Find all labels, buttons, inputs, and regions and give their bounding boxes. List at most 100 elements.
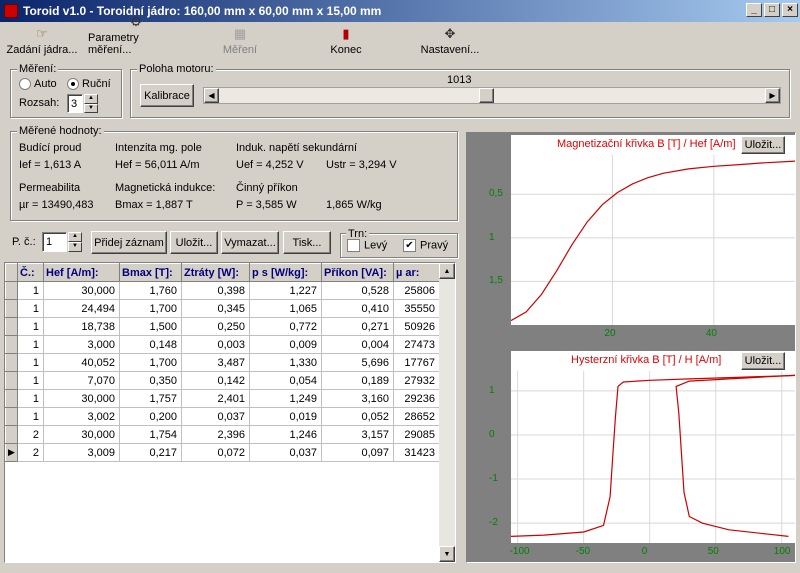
table-cell[interactable]: 1 bbox=[17, 281, 44, 300]
table-cell[interactable]: 0,009 bbox=[249, 335, 322, 354]
slider-thumb[interactable] bbox=[479, 88, 495, 103]
row-indicator[interactable] bbox=[5, 281, 18, 300]
table-cell[interactable]: 27473 bbox=[393, 335, 440, 354]
row-indicator[interactable] bbox=[5, 353, 18, 372]
delete-button[interactable]: Vymazat... bbox=[221, 231, 279, 254]
slider-left-arrow-icon[interactable]: ◀ bbox=[204, 88, 219, 103]
table-cell[interactable]: 29085 bbox=[393, 425, 440, 444]
table-cell[interactable]: 24,494 bbox=[43, 299, 120, 318]
table-cell[interactable]: 3,009 bbox=[43, 443, 120, 462]
table-cell[interactable]: 0,054 bbox=[249, 371, 322, 390]
table-cell[interactable]: 1,246 bbox=[249, 425, 322, 444]
table-cell[interactable]: 30,000 bbox=[43, 425, 120, 444]
table-cell[interactable]: 1,330 bbox=[249, 353, 322, 372]
current-row-arrow-icon[interactable]: ▶ bbox=[5, 443, 18, 462]
table-cell[interactable]: 1,065 bbox=[249, 299, 322, 318]
row-indicator[interactable] bbox=[5, 371, 18, 390]
table-cell[interactable]: 18,738 bbox=[43, 317, 120, 336]
column-header[interactable]: Příkon [VA]: bbox=[321, 263, 394, 282]
table-cell[interactable]: 3,002 bbox=[43, 407, 120, 426]
row-indicator[interactable] bbox=[5, 407, 18, 426]
close-button[interactable]: × bbox=[782, 3, 798, 17]
table-cell[interactable]: 17767 bbox=[393, 353, 440, 372]
table-cell[interactable]: 0,189 bbox=[321, 371, 394, 390]
table-cell[interactable]: 3,487 bbox=[181, 353, 250, 372]
table-cell[interactable]: 3,160 bbox=[321, 389, 394, 408]
row-indicator[interactable] bbox=[5, 335, 18, 354]
table-cell[interactable]: 1,754 bbox=[119, 425, 182, 444]
table-row[interactable]: 1 30,000 1,757 2,401 1,249 3,160 29236 bbox=[5, 389, 440, 408]
table-cell[interactable]: 0,398 bbox=[181, 281, 250, 300]
record-number-input[interactable]: 1 bbox=[42, 232, 67, 252]
table-row[interactable]: 1 3,000 0,148 0,003 0,009 0,004 27473 bbox=[5, 335, 440, 354]
table-cell[interactable]: 0,250 bbox=[181, 317, 250, 336]
table-cell[interactable]: 0,200 bbox=[119, 407, 182, 426]
table-cell[interactable]: 1 bbox=[17, 335, 44, 354]
table-row[interactable]: ▶ 2 3,009 0,217 0,072 0,037 0,097 31423 bbox=[5, 443, 440, 462]
table-cell[interactable]: 1,700 bbox=[119, 299, 182, 318]
table-cell[interactable]: 5,696 bbox=[321, 353, 394, 372]
table-cell[interactable]: 0,350 bbox=[119, 371, 182, 390]
table-cell[interactable]: 0,528 bbox=[321, 281, 394, 300]
row-indicator[interactable] bbox=[5, 425, 18, 444]
table-row[interactable]: 1 30,000 1,760 0,398 1,227 0,528 25806 bbox=[5, 281, 440, 300]
table-cell[interactable]: 1,760 bbox=[119, 281, 182, 300]
column-header[interactable]: Ztráty [W]: bbox=[181, 263, 250, 282]
row-indicator[interactable] bbox=[5, 389, 18, 408]
scroll-up-icon[interactable]: ▲ bbox=[439, 263, 455, 279]
table-cell[interactable]: 0,019 bbox=[249, 407, 322, 426]
spin-up-icon[interactable]: ▲ bbox=[84, 94, 98, 104]
checkbox-left[interactable]: Levý bbox=[347, 239, 387, 252]
table-cell[interactable]: 40,052 bbox=[43, 353, 120, 372]
table-cell[interactable]: 1,500 bbox=[119, 317, 182, 336]
table-row[interactable]: 2 30,000 1,754 2,396 1,246 3,157 29085 bbox=[5, 425, 440, 444]
table-cell[interactable]: 1 bbox=[17, 353, 44, 372]
motor-slider[interactable]: ◀ ▶ bbox=[203, 87, 781, 104]
table-cell[interactable]: 31423 bbox=[393, 443, 440, 462]
column-header[interactable]: Bmax [T]: bbox=[119, 263, 182, 282]
table-cell[interactable]: 1,227 bbox=[249, 281, 322, 300]
table-cell[interactable]: 1 bbox=[17, 407, 44, 426]
table-cell[interactable]: 25806 bbox=[393, 281, 440, 300]
column-header[interactable]: Hef [A/m]: bbox=[43, 263, 120, 282]
toolbar-measurement-params[interactable]: ⚙ Parametry měření... bbox=[88, 14, 184, 58]
radio-manual[interactable]: Ruční bbox=[67, 78, 111, 91]
column-header[interactable]: µ ar: bbox=[393, 263, 440, 282]
table-cell[interactable]: 1 bbox=[17, 299, 44, 318]
table-cell[interactable]: 7,070 bbox=[43, 371, 120, 390]
table-cell[interactable]: 0,772 bbox=[249, 317, 322, 336]
minimize-button[interactable]: _ bbox=[746, 3, 762, 17]
table-row[interactable]: 1 7,070 0,350 0,142 0,054 0,189 27932 bbox=[5, 371, 440, 390]
table-cell[interactable]: 28652 bbox=[393, 407, 440, 426]
scroll-down-icon[interactable]: ▼ bbox=[439, 546, 455, 562]
table-cell[interactable]: 0,052 bbox=[321, 407, 394, 426]
radio-auto[interactable]: Auto bbox=[19, 78, 57, 91]
column-header[interactable]: p s [W/kg]: bbox=[249, 263, 322, 282]
table-cell[interactable]: 27932 bbox=[393, 371, 440, 390]
table-cell[interactable]: 30,000 bbox=[43, 389, 120, 408]
toolbar-measure[interactable]: ▦ Měření bbox=[218, 22, 262, 58]
toolbar-settings[interactable]: ✥ Nastavení... bbox=[418, 22, 482, 58]
column-header[interactable]: Č.: bbox=[17, 263, 44, 282]
table-cell[interactable]: 0,410 bbox=[321, 299, 394, 318]
table-cell[interactable]: 1 bbox=[17, 371, 44, 390]
table-cell[interactable]: 0,037 bbox=[181, 407, 250, 426]
table-cell[interactable]: 0,003 bbox=[181, 335, 250, 354]
range-spinner[interactable]: ▲ ▼ bbox=[84, 94, 98, 113]
table-cell[interactable]: 2,401 bbox=[181, 389, 250, 408]
table-cell[interactable]: 1,700 bbox=[119, 353, 182, 372]
table-cell[interactable]: 0,097 bbox=[321, 443, 394, 462]
table-cell[interactable]: 0,271 bbox=[321, 317, 394, 336]
spin-down-icon[interactable]: ▼ bbox=[84, 103, 98, 113]
table-row[interactable]: 1 18,738 1,500 0,250 0,772 0,271 50926 bbox=[5, 317, 440, 336]
table-cell[interactable]: 1,757 bbox=[119, 389, 182, 408]
table-cell[interactable]: 1,249 bbox=[249, 389, 322, 408]
table-cell[interactable]: 0,217 bbox=[119, 443, 182, 462]
toolbar-exit[interactable]: ▮ Konec bbox=[324, 22, 368, 58]
table-cell[interactable]: 30,000 bbox=[43, 281, 120, 300]
table-cell[interactable]: 1 bbox=[17, 389, 44, 408]
slider-right-arrow-icon[interactable]: ▶ bbox=[765, 88, 780, 103]
table-cell[interactable]: 0,072 bbox=[181, 443, 250, 462]
table-cell[interactable]: 0,037 bbox=[249, 443, 322, 462]
table-cell[interactable]: 0,345 bbox=[181, 299, 250, 318]
